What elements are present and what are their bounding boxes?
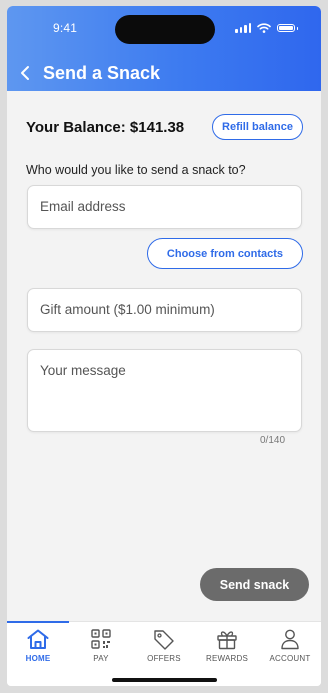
tab-rewards[interactable]: REWARDS	[196, 628, 258, 668]
status-time: 9:41	[53, 21, 78, 35]
tab-pay[interactable]: PAY	[70, 628, 132, 668]
tab-rewards-label: REWARDS	[206, 654, 248, 663]
email-placeholder: Email address	[40, 199, 126, 214]
refill-balance-button[interactable]: Refill balance	[212, 114, 303, 140]
tab-home[interactable]: HOME	[7, 628, 69, 668]
tab-offers[interactable]: OFFERS	[133, 628, 195, 668]
phone-screen: 9:41 Send a Snack Your Balance: $141.38 …	[7, 6, 321, 686]
recipient-prompt: Who would you like to send a snack to?	[26, 163, 246, 177]
header-bar: 9:41 Send a Snack	[7, 6, 321, 91]
balance-text: Your Balance: $141.38	[26, 119, 185, 136]
tab-account[interactable]: ACCOUNT	[259, 628, 321, 668]
status-icons	[235, 22, 298, 34]
tag-icon	[154, 630, 174, 650]
email-field[interactable]: Email address	[27, 185, 302, 229]
tab-offers-label: OFFERS	[147, 654, 181, 663]
character-counter: 0/140	[260, 435, 286, 446]
battery-icon	[277, 24, 298, 32]
gift-amount-field[interactable]: Gift amount ($1.00 minimum)	[27, 288, 302, 332]
wifi-icon	[257, 23, 271, 33]
home-indicator	[112, 678, 217, 682]
send-snack-button[interactable]: Send snack	[200, 568, 309, 601]
qr-code-icon	[91, 629, 111, 649]
page-title: Send a Snack	[43, 63, 161, 83]
message-field[interactable]: Your message	[27, 349, 302, 432]
active-tab-indicator	[7, 621, 69, 623]
person-icon	[281, 629, 299, 650]
tab-home-label: HOME	[25, 654, 51, 663]
chevron-left-icon	[21, 66, 29, 80]
home-icon	[27, 629, 49, 649]
back-button[interactable]	[15, 62, 35, 84]
gift-amount-placeholder: Gift amount ($1.00 minimum)	[40, 302, 215, 317]
signal-icon	[235, 23, 251, 33]
choose-contacts-button[interactable]: Choose from contacts	[147, 238, 303, 269]
tab-bar: HOME PAY OFFERS REWARDS ACCOUNT	[7, 621, 321, 686]
tab-account-label: ACCOUNT	[269, 654, 311, 663]
gift-icon	[217, 631, 237, 650]
message-placeholder: Your message	[40, 363, 126, 378]
tab-pay-label: PAY	[93, 654, 109, 663]
dynamic-island	[115, 15, 215, 44]
